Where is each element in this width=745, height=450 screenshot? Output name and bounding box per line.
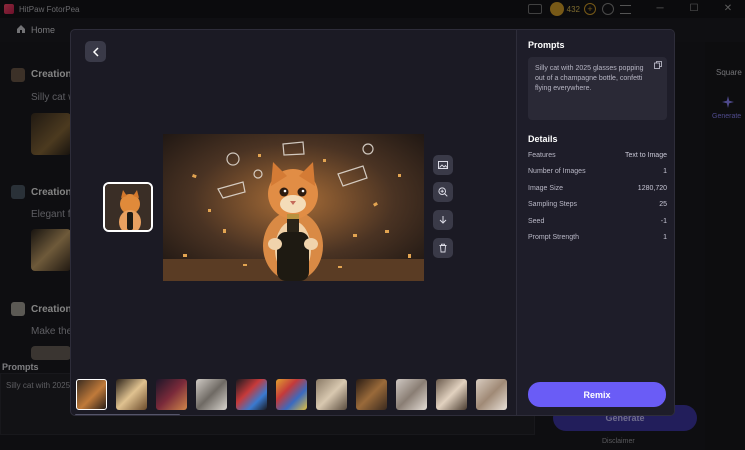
detail-key: Prompt Strength [528,234,579,241]
chevron-left-icon [92,46,99,57]
thumbnail-strip [75,379,511,411]
detail-row-sampling-steps: Sampling Steps 25 [528,201,667,211]
thumbnail[interactable] [116,379,147,410]
remix-button-label: Remix [583,389,611,400]
detail-row-image-size: Image Size 1280,720 [528,185,667,195]
detail-value: 1 [663,234,667,241]
detail-row-number-of-images: Number of Images 1 [528,168,667,178]
remix-button[interactable]: Remix [528,382,666,407]
thumbnail[interactable] [396,379,427,410]
thumbnail[interactable] [76,379,107,410]
detail-row-features: Features Text to Image [528,152,667,162]
cat-thumbnail-image [105,184,151,230]
detail-value: -1 [660,218,667,225]
thumbnail[interactable] [156,379,187,410]
detail-key: Image Size [528,185,564,192]
image-viewer [71,30,516,415]
thumbnail-scrollbar[interactable] [75,414,180,415]
detail-value: 1280,720 [637,185,667,192]
image-detail-modal: Prompts Silly cat with 2025 glasses popp… [70,29,675,416]
thumbnail[interactable] [236,379,267,410]
detail-key: Number of Images [528,168,586,175]
detail-value: 25 [659,201,667,208]
detail-row-prompt-strength: Prompt Strength 1 [528,234,667,244]
thumbnail[interactable] [316,379,347,410]
detail-key: Seed [528,218,545,225]
thumbnail[interactable] [196,379,227,410]
prompt-box: Silly cat with 2025 glasses popping out … [528,57,667,120]
prompts-heading: Prompts [528,40,565,50]
download-button[interactable] [433,210,453,230]
thumbnail[interactable] [356,379,387,410]
download-icon [439,216,447,224]
copy-icon[interactable] [654,61,662,69]
detail-value: 1 [663,168,667,175]
thumbnail[interactable] [436,379,467,410]
image-icon [438,161,448,169]
detail-value: Text to Image [624,152,667,159]
image-button[interactable] [433,155,453,175]
selected-thumbnail[interactable] [103,182,153,232]
main-preview-image[interactable] [163,134,424,281]
back-button[interactable] [85,41,106,62]
details-panel: Prompts Silly cat with 2025 glasses popp… [516,30,674,415]
detail-key: Features [528,152,556,159]
trash-icon [439,243,447,253]
detail-key: Sampling Steps [528,201,578,208]
details-heading: Details [528,134,558,144]
delete-button[interactable] [433,238,453,258]
detail-row-seed: Seed -1 [528,218,667,228]
prompt-text: Silly cat with 2025 glasses popping out … [535,65,644,92]
thumbnail[interactable] [276,379,307,410]
zoom-in-icon [438,187,448,197]
cat-champagne-image [163,134,424,281]
thumbnail[interactable] [476,379,507,410]
zoom-in-button[interactable] [433,182,453,202]
